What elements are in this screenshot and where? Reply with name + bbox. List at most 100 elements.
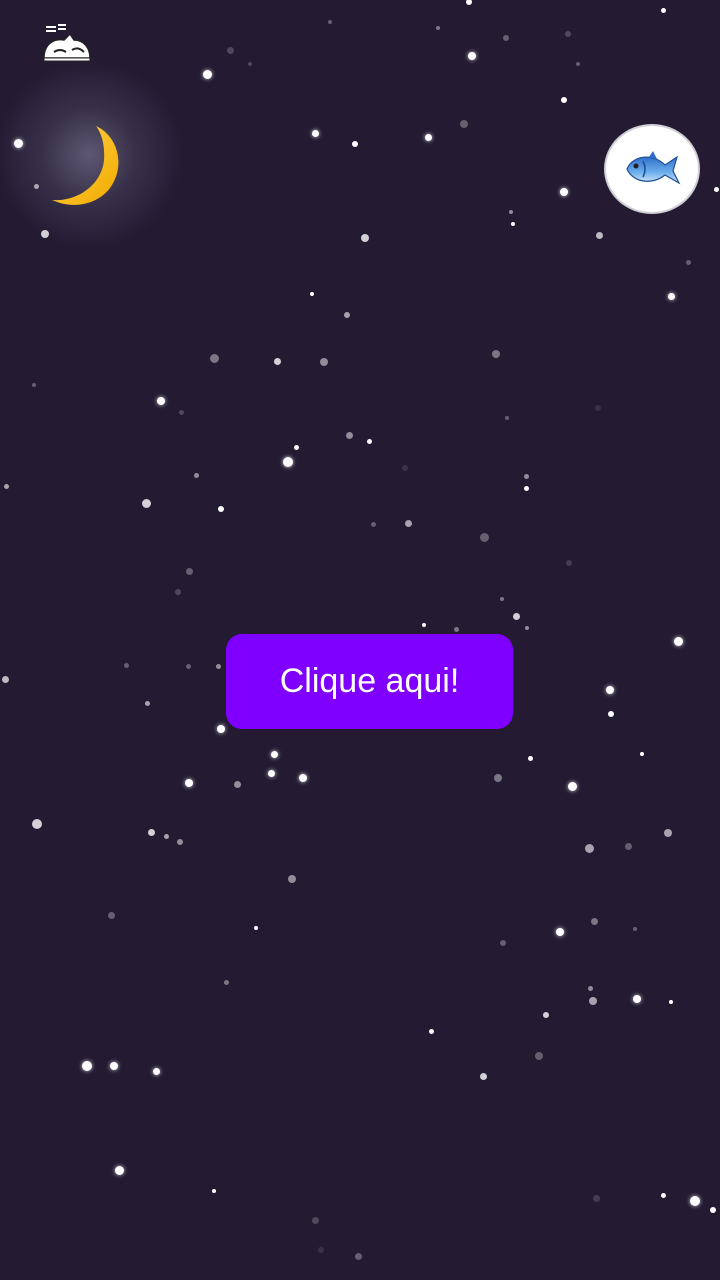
- star: [366, 438, 372, 444]
- star: [561, 97, 567, 103]
- star: [560, 188, 568, 196]
- star: [565, 31, 571, 37]
- star: [320, 358, 328, 366]
- star: [361, 234, 369, 242]
- star: [500, 940, 506, 946]
- star: [511, 222, 515, 226]
- star: [422, 623, 426, 627]
- star: [624, 842, 632, 850]
- star: [566, 560, 572, 566]
- star: [466, 0, 472, 5]
- star: [424, 133, 432, 141]
- star: [556, 928, 564, 936]
- star: [311, 129, 319, 137]
- star: [503, 35, 509, 41]
- star: [576, 62, 580, 66]
- star: [710, 1207, 716, 1213]
- star: [512, 612, 520, 620]
- star: [32, 383, 36, 387]
- star: [479, 532, 489, 542]
- star: [633, 927, 637, 931]
- star: [185, 779, 193, 787]
- star: [209, 353, 219, 363]
- star: [494, 774, 502, 782]
- star: [354, 1252, 362, 1260]
- star: [328, 20, 332, 24]
- star: [428, 1028, 434, 1034]
- star: [217, 725, 225, 733]
- star: [215, 663, 221, 669]
- star: [233, 780, 241, 788]
- star: [273, 357, 281, 365]
- star: [660, 1192, 666, 1198]
- star: [311, 1216, 319, 1224]
- star: [107, 911, 115, 919]
- star: [453, 626, 459, 632]
- star: [267, 769, 275, 777]
- star: [226, 46, 234, 54]
- star: [163, 833, 169, 839]
- star: [523, 473, 529, 479]
- star: [123, 662, 129, 668]
- star: [608, 711, 614, 717]
- star: [114, 1165, 124, 1175]
- star: [664, 829, 672, 837]
- star: [436, 26, 440, 30]
- star: [3, 483, 9, 489]
- night-sky-screen: Clique aqui!: [0, 0, 720, 1280]
- star: [527, 755, 533, 761]
- star: [505, 416, 509, 420]
- star: [152, 1067, 160, 1075]
- star: [523, 485, 529, 491]
- star: [283, 457, 293, 467]
- star: [218, 506, 224, 512]
- star: [690, 1196, 700, 1206]
- star: [525, 626, 529, 630]
- star: [673, 636, 683, 646]
- fish-button[interactable]: [604, 124, 700, 214]
- star: [141, 498, 151, 508]
- star: [587, 985, 593, 991]
- star: [299, 774, 307, 782]
- star: [270, 750, 278, 758]
- star: [288, 875, 296, 883]
- star: [82, 1061, 92, 1071]
- star: [595, 231, 603, 239]
- star: [345, 431, 353, 439]
- star: [492, 350, 500, 358]
- star: [402, 465, 408, 471]
- sleeping-cat-icon: [43, 24, 91, 62]
- star: [667, 292, 675, 300]
- star: [595, 405, 601, 411]
- star: [660, 7, 666, 13]
- star: [157, 397, 165, 405]
- star: [212, 1189, 216, 1193]
- star: [468, 52, 476, 60]
- fish-icon: [626, 151, 681, 185]
- star: [177, 839, 183, 845]
- star: [404, 519, 412, 527]
- star: [32, 819, 42, 829]
- star: [175, 589, 181, 595]
- star: [178, 409, 184, 415]
- star: [669, 1000, 673, 1004]
- star: [310, 292, 314, 296]
- star: [147, 828, 155, 836]
- crescent-moon-icon: [52, 126, 119, 205]
- click-here-button[interactable]: Clique aqui!: [226, 634, 513, 729]
- star: [543, 1012, 549, 1018]
- star: [202, 69, 212, 79]
- star: [110, 1062, 118, 1070]
- star: [370, 521, 376, 527]
- star: [254, 926, 258, 930]
- star: [535, 1052, 543, 1060]
- star: [344, 312, 350, 318]
- star: [584, 843, 594, 853]
- star: [713, 186, 719, 192]
- star: [589, 997, 597, 1005]
- star: [185, 567, 193, 575]
- star: [1, 675, 9, 683]
- star: [567, 781, 577, 791]
- star: [590, 917, 598, 925]
- star: [606, 686, 614, 694]
